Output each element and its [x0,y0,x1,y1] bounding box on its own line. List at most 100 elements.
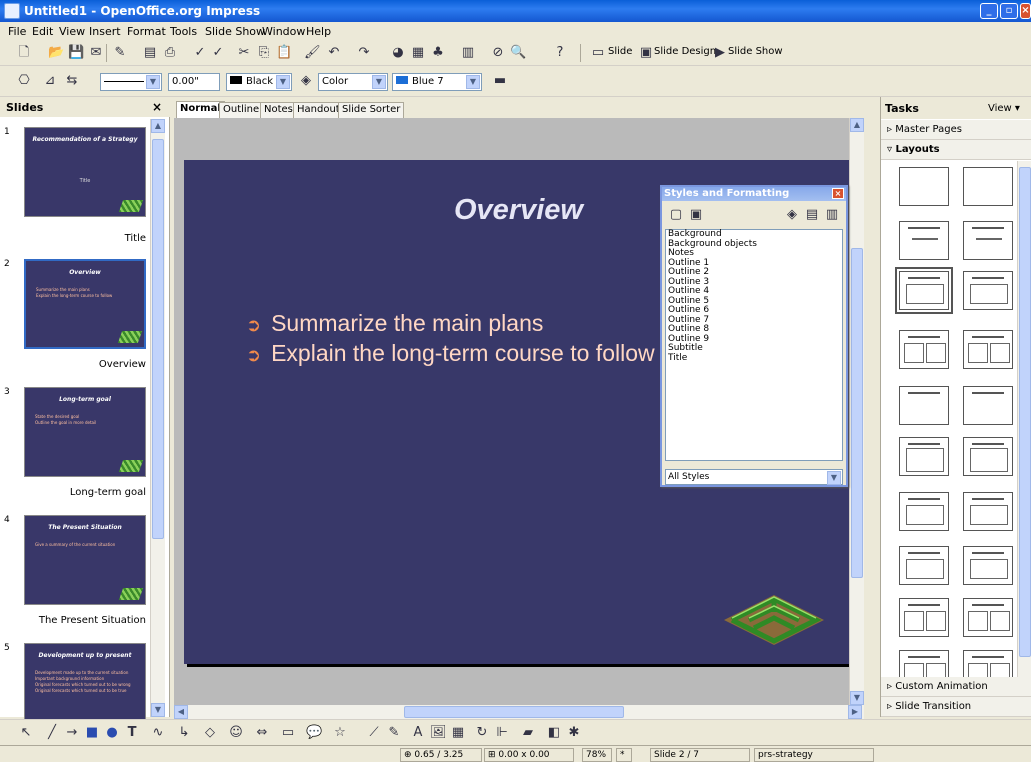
layout-option[interactable] [963,167,1013,206]
navigator-icon[interactable]: ♣ [430,45,446,61]
line-color-select[interactable]: Black ▼ [226,73,292,91]
zoom-icon[interactable]: 🔍 [510,45,526,61]
slide-thumbnail[interactable]: The Present Situation Give a summary of t… [24,515,146,605]
section-custom-animation[interactable]: ▹ Custom Animation [881,677,1031,697]
mail-icon[interactable]: ✉ [88,45,104,61]
styles-formatting-dialog[interactable]: Styles and Formatting × ▢ ▣ ◈ ▤ ▥ Backgro… [660,185,848,487]
section-master-pages[interactable]: ▹ Master Pages [881,120,1031,140]
layout-option[interactable] [895,267,953,314]
scroll-down-icon[interactable]: ▼ [850,691,864,705]
update-style-icon[interactable]: ▥ [824,207,840,223]
menu-help[interactable]: Help [306,25,331,38]
minimize-button[interactable]: _ [980,3,998,19]
layout-option[interactable] [899,221,949,260]
slide-button[interactable]: Slide [608,46,632,57]
scroll-thumb[interactable] [1019,167,1031,657]
menu-file[interactable]: File [8,25,26,38]
help-icon[interactable]: ? [552,45,568,61]
arrange-icon[interactable]: ▰ [520,725,536,741]
slide-design-button[interactable]: Slide Design [654,46,716,57]
text-icon[interactable]: T [124,725,140,741]
slide-show-button[interactable]: Slide Show [728,46,783,57]
workspace-vscrollbar[interactable]: ▲ ▼ [849,118,864,705]
copy-icon[interactable]: ⎘ [256,45,272,61]
menu-slide-show[interactable]: Slide Show [205,25,265,38]
basic-shapes-icon[interactable]: ◇ [202,725,218,741]
menu-view[interactable]: View [59,25,85,38]
format-paintbrush-icon[interactable]: 🖌 [304,45,321,61]
slides-scrollbar[interactable]: ▲ ▼ [150,119,165,717]
print-icon[interactable]: ⎙ [162,45,178,61]
area-icon[interactable]: ◈ [298,73,314,89]
scroll-right-icon[interactable]: ▶ [848,705,862,719]
slide-show-icon[interactable]: ▶ [712,45,728,61]
fontwork-icon[interactable]: A [410,725,426,741]
scroll-thumb[interactable] [404,706,624,718]
glue-points-icon[interactable]: ✎ [386,725,402,741]
connector-icon[interactable]: ↳ [176,725,192,741]
area-style-select[interactable]: Color ▼ [318,73,388,91]
layout-option[interactable] [899,167,949,206]
paste-icon[interactable]: 📋 [276,45,292,61]
workspace-hscrollbar[interactable]: ◀ ▶ [174,705,864,719]
table-icon[interactable]: ▦ [410,45,426,61]
layout-option[interactable] [963,330,1013,369]
fill-format-icon[interactable]: ◈ [784,207,800,223]
redo-icon[interactable]: ↷ [356,45,372,61]
style-list[interactable]: Background Background objects Notes Outline… [665,229,843,461]
shadow-icon[interactable]: ▬ [492,73,508,89]
menu-edit[interactable]: Edit [32,25,53,38]
select-icon[interactable]: ↖ [18,725,34,741]
tab-normal[interactable]: Normal [176,101,225,118]
rectangle-icon[interactable]: ■ [84,725,100,741]
presentation-styles-icon[interactable]: ▣ [688,207,704,223]
alignment-icon[interactable]: ⊩ [494,725,510,741]
autospell-icon[interactable]: ✓ [210,45,226,61]
menu-tools[interactable]: Tools [170,25,197,38]
arrow-style-icon[interactable]: ⇆ [64,73,80,89]
style-list-item[interactable]: Title [666,353,842,364]
stars-icon[interactable]: ☆ [332,725,348,741]
scroll-up-icon[interactable]: ▲ [151,119,165,133]
layout-option[interactable] [899,330,949,369]
curve-icon[interactable]: ∿ [150,725,166,741]
chart-icon[interactable]: ◕ [390,45,406,61]
ellipse-icon[interactable]: ● [104,725,120,741]
styles-icon[interactable]: ⎔ [16,73,32,89]
new-icon[interactable]: 🗋 [16,45,32,61]
slide-title[interactable]: Overview [454,194,583,227]
layout-option[interactable] [963,546,1013,585]
cut-icon[interactable]: ✂ [236,45,252,61]
draw-functions-icon[interactable]: ⊘ [490,45,506,61]
symbol-shapes-icon[interactable]: ☺ [228,725,244,741]
status-zoom[interactable]: 78% [582,748,612,762]
scroll-thumb[interactable] [152,139,164,539]
scroll-left-icon[interactable]: ◀ [174,705,188,719]
from-file-icon[interactable]: 🖼 [430,725,447,741]
undo-icon[interactable]: ↶ [326,45,342,61]
line-icon[interactable]: ⊿ [42,73,58,89]
menu-format[interactable]: Format [127,25,166,38]
scroll-up-icon[interactable]: ▲ [850,118,864,132]
export-pdf-icon[interactable]: ▤ [142,45,158,61]
section-slide-transition[interactable]: ▹ Slide Transition [881,697,1031,717]
menu-window[interactable]: Window [262,25,305,38]
points-icon[interactable]: ⟋ [366,725,382,741]
tab-handout[interactable]: Handout [293,102,344,118]
gallery-icon[interactable]: ▦ [450,725,466,741]
layout-option[interactable] [963,492,1013,531]
line-style-select[interactable]: ▼ [100,73,162,91]
tab-slide-sorter[interactable]: Slide Sorter [338,102,405,118]
styles-dialog-titlebar[interactable]: Styles and Formatting × [662,187,846,201]
scroll-down-icon[interactable]: ▼ [151,703,165,717]
layout-option[interactable] [963,386,1013,425]
block-arrows-icon[interactable]: ⇔ [254,725,270,741]
arrow-tool-icon[interactable]: → [64,725,80,741]
slide-thumbnail[interactable]: Overview Summarize the main plans Explain … [24,259,146,349]
slide-thumbnail[interactable]: Recommendation of a Strategy Title [24,127,146,217]
style-filter-select[interactable]: All Styles ▼ [665,469,843,485]
tab-notes[interactable]: Notes [260,102,297,118]
line-tool-icon[interactable]: ╱ [44,725,60,741]
maximize-button[interactable]: ▫ [1000,3,1018,19]
line-width-field[interactable]: 0.00" [168,73,220,91]
